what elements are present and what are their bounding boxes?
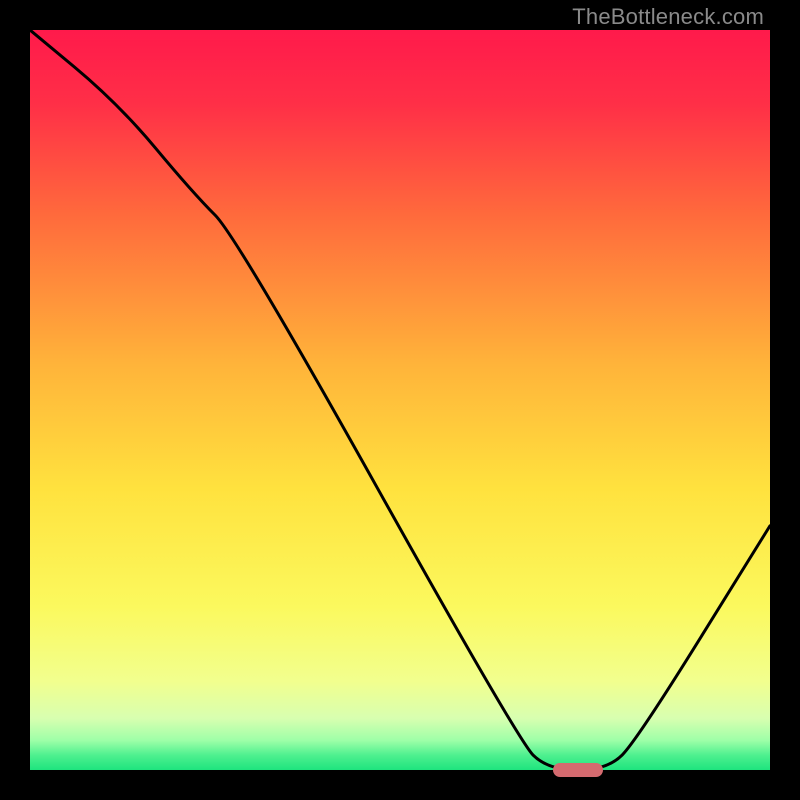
watermark-text: TheBottleneck.com: [572, 4, 764, 30]
chart-background-gradient: [30, 30, 770, 770]
optimal-marker: [553, 763, 603, 777]
chart-frame: [30, 30, 770, 770]
